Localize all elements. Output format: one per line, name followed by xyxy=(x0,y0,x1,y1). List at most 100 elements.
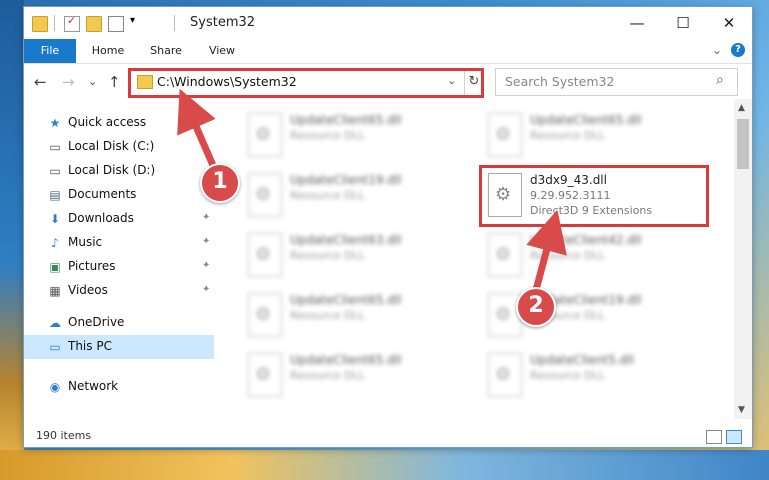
sidebar-item-label: Network xyxy=(68,379,119,393)
file-name: UpdateClient5.dll xyxy=(530,353,634,367)
help-icon[interactable]: ? xyxy=(731,43,745,57)
item-count: 190 items xyxy=(36,429,92,442)
file-item[interactable]: UpdateClient42.dll Resource DLL xyxy=(482,229,702,281)
sidebar-item-label: Downloads xyxy=(68,211,134,225)
minimize-button[interactable]: — xyxy=(614,7,660,39)
tab-file[interactable]: File xyxy=(24,39,76,63)
navigation-pane: ★ Quick access ▭ Local Disk (C:) ▭ Local Disk… xyxy=(24,99,216,419)
dll-file-icon xyxy=(488,233,522,277)
file-description: Resource DLL xyxy=(530,369,605,382)
sidebar-item-label: Quick access xyxy=(68,115,147,129)
scroll-up-icon[interactable]: ▲ xyxy=(738,103,745,113)
dll-file-icon xyxy=(248,173,282,217)
dll-file-icon xyxy=(248,113,282,157)
back-arrow-icon[interactable]: ← xyxy=(34,73,47,91)
details-view-icon[interactable] xyxy=(706,430,722,444)
tab-home[interactable]: Home xyxy=(82,39,134,63)
file-name: UpdateClient19.dll xyxy=(290,173,402,187)
star-icon: ★ xyxy=(49,116,61,130)
download-icon: ⬇ xyxy=(49,212,61,226)
up-arrow-icon[interactable]: ↑ xyxy=(108,73,121,91)
file-name: UpdateClient65.dll xyxy=(290,353,402,367)
sidebar-item-label: Pictures xyxy=(68,259,116,273)
sidebar-item-local-disk-d[interactable]: ▭ Local Disk (D:) xyxy=(24,159,214,183)
pin-icon[interactable]: ✦ xyxy=(202,260,210,271)
window-title: System32 xyxy=(190,15,256,30)
sidebar-item-quick-access[interactable]: ★ Quick access xyxy=(24,111,214,135)
dll-file-icon xyxy=(488,113,522,157)
computer-icon: ▭ xyxy=(49,340,61,354)
file-description: Resource DLL xyxy=(290,189,365,202)
file-description: Resource DLL xyxy=(530,129,605,142)
file-name: UpdateClient65.dll xyxy=(290,293,402,307)
pin-icon[interactable]: ✦ xyxy=(202,236,210,247)
maximize-button[interactable]: ☐ xyxy=(660,7,706,39)
sidebar-item-music[interactable]: ♪ Music ✦ xyxy=(24,231,214,255)
search-icon[interactable]: ⌕ xyxy=(716,72,724,88)
forward-arrow-icon[interactable]: → xyxy=(62,73,75,91)
drive-icon: ▭ xyxy=(49,164,61,178)
scroll-thumb[interactable] xyxy=(737,119,749,169)
sidebar-item-label: Local Disk (D:) xyxy=(68,163,156,177)
sidebar-item-downloads[interactable]: ⬇ Downloads ✦ xyxy=(24,207,214,231)
file-item[interactable]: UpdateClient19.dllResource DLL xyxy=(482,289,702,341)
file-name: UpdateClient63.dll xyxy=(290,233,402,247)
chevron-down-icon[interactable]: ▾ xyxy=(130,15,144,29)
sidebar-item-label: Local Disk (C:) xyxy=(68,139,155,153)
step-badge-2: 2 xyxy=(516,287,556,327)
pin-icon[interactable]: ✦ xyxy=(202,284,210,295)
close-button[interactable]: ✕ xyxy=(706,7,752,39)
file-item[interactable]: UpdateClient19.dll Resource DLL xyxy=(242,169,462,221)
sidebar-item-onedrive[interactable]: ☁ OneDrive xyxy=(24,311,214,335)
recent-locations-icon[interactable]: ⌄ xyxy=(88,75,97,88)
sidebar-item-videos[interactable]: ▦ Videos ✦ xyxy=(24,279,214,303)
file-name: UpdateClient65.dll xyxy=(290,113,402,127)
properties-icon[interactable] xyxy=(64,14,80,32)
file-item[interactable]: UpdateClient65.dll Resource DLL xyxy=(242,289,462,341)
address-bar-highlight xyxy=(128,68,484,98)
dll-file-icon xyxy=(248,353,282,397)
file-item[interactable]: UpdateClient65.dll Resource DLL xyxy=(242,109,462,161)
expand-ribbon-icon[interactable]: ⌄ xyxy=(712,43,722,57)
customize-toolbar-icon[interactable] xyxy=(108,16,124,32)
file-item[interactable]: UpdateClient65.dll Resource DLL xyxy=(482,109,702,161)
sidebar-item-pictures[interactable]: ▣ Pictures ✦ xyxy=(24,255,214,279)
step-badge-1: 1 xyxy=(200,163,240,203)
file-description: Resource DLL xyxy=(290,309,365,322)
search-input[interactable]: Search System32 ⌕ xyxy=(495,68,738,96)
status-bar: 190 items xyxy=(24,425,752,447)
file-item[interactable]: UpdateClient65.dll Resource DLL xyxy=(242,349,462,401)
scroll-down-icon[interactable]: ▼ xyxy=(738,405,745,415)
divider xyxy=(174,15,175,31)
documents-icon: ▤ xyxy=(49,188,61,202)
file-list: UpdateClient65.dllResource DLLUpdateClie… xyxy=(222,99,734,419)
file-item[interactable]: UpdateClient5.dll Resource DLL xyxy=(482,349,702,401)
tab-share[interactable]: Share xyxy=(140,39,192,63)
sidebar-item-label: OneDrive xyxy=(68,315,125,329)
desktop-wallpaper-left xyxy=(0,0,24,480)
file-description: Resource DLL xyxy=(290,369,365,382)
sidebar-item-local-disk-c[interactable]: ▭ Local Disk (C:) xyxy=(24,135,214,159)
cloud-icon: ☁ xyxy=(49,316,61,330)
folder-icon xyxy=(32,16,48,32)
pin-icon[interactable]: ✦ xyxy=(202,212,210,223)
file-item[interactable]: UpdateClient63.dll Resource DLL xyxy=(242,229,462,281)
drive-icon: ▭ xyxy=(49,140,61,154)
sidebar-item-this-pc[interactable]: ▭ This PC xyxy=(24,335,214,359)
large-icons-view-icon[interactable] xyxy=(726,430,742,444)
pictures-icon: ▣ xyxy=(49,260,61,274)
file-highlight xyxy=(479,165,709,227)
file-description: Resource DLL xyxy=(290,129,365,142)
sidebar-item-label: Music xyxy=(68,235,103,249)
sidebar-item-documents[interactable]: ▤Documents✦ xyxy=(24,183,214,207)
vertical-scrollbar[interactable]: ▲ ▼ xyxy=(734,99,752,419)
search-placeholder: Search System32 xyxy=(505,74,615,89)
file-description: Resource DLL xyxy=(530,249,605,262)
network-icon: ◉ xyxy=(49,380,61,394)
tab-view[interactable]: View xyxy=(198,39,246,63)
new-folder-icon[interactable] xyxy=(86,16,102,32)
sidebar-item-network[interactable]: ◉ Network xyxy=(24,375,214,399)
file-description: Resource DLL xyxy=(290,249,365,262)
dll-file-icon xyxy=(248,293,282,337)
music-icon: ♪ xyxy=(51,236,59,250)
